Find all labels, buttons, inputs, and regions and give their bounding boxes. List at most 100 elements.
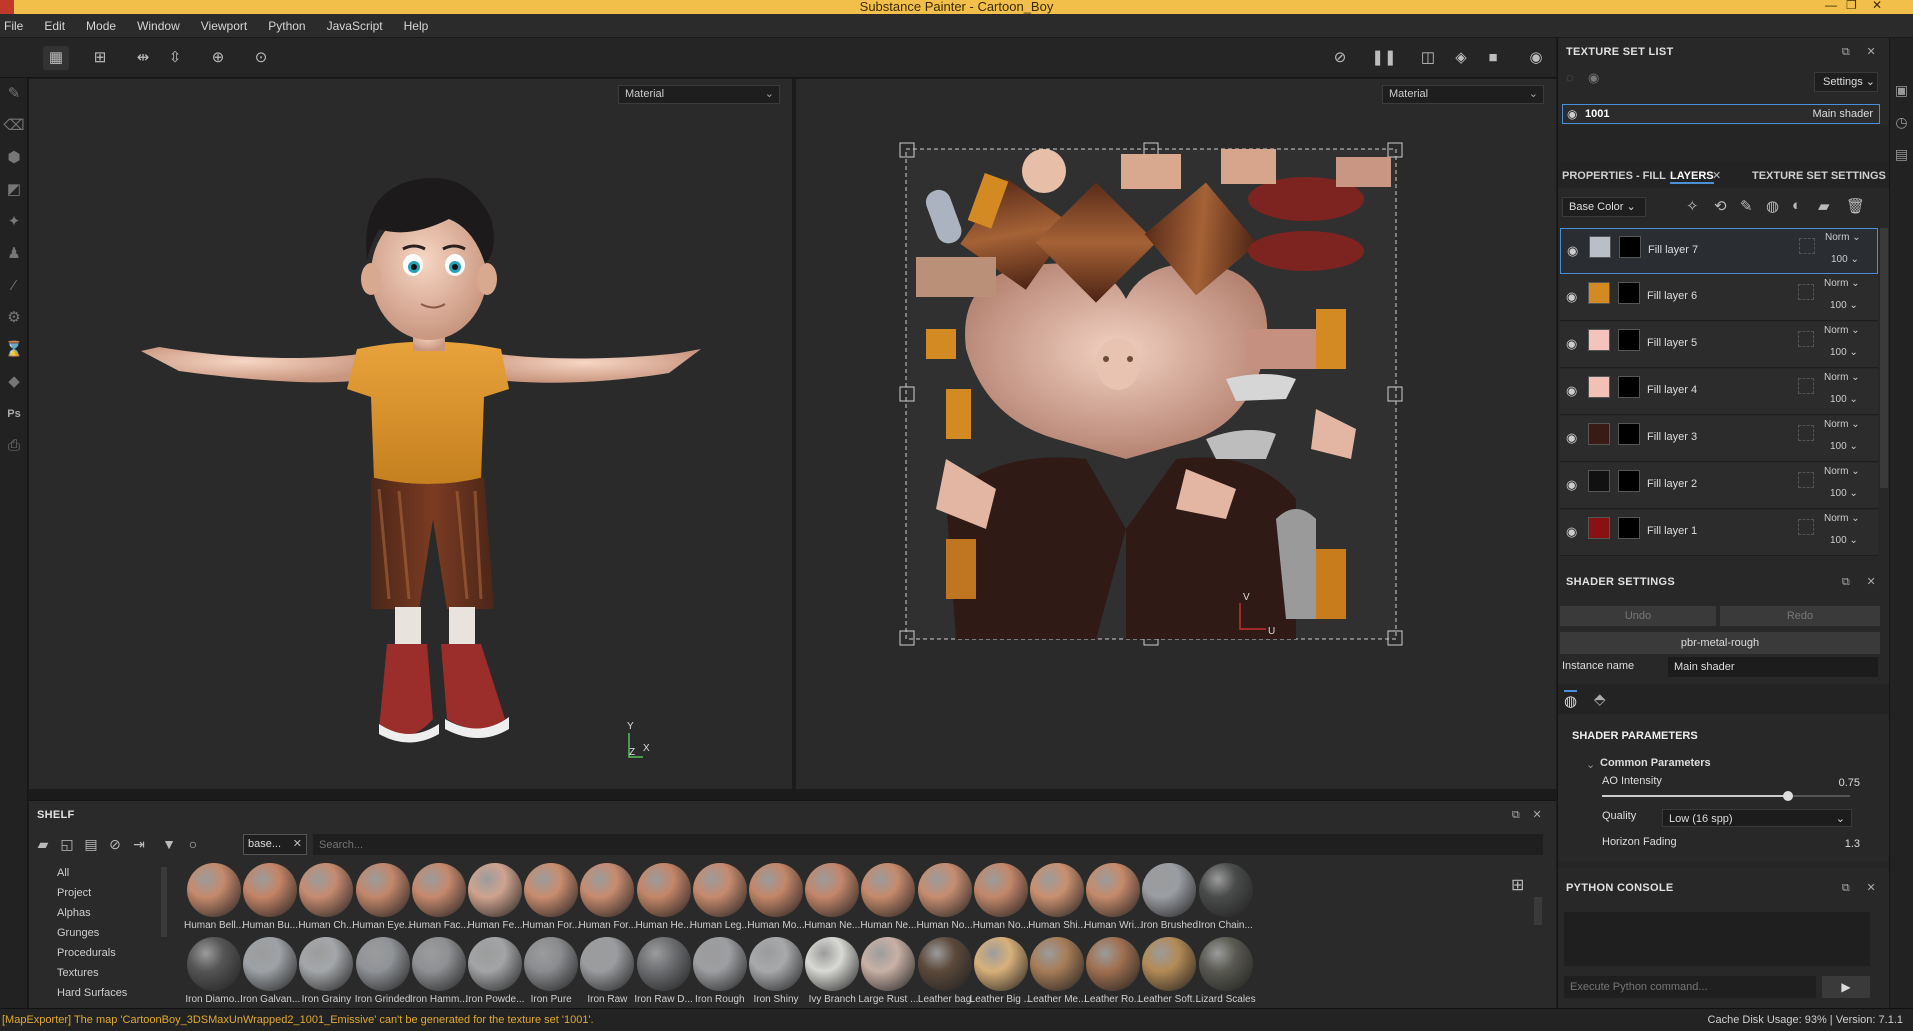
layer-blend-mode[interactable]: Norm ⌄ [1824,372,1860,383]
layer-name[interactable]: Fill layer 7 [1648,244,1698,256]
mirror-x-icon[interactable]: ⇹ [130,46,156,70]
split-view-icon[interactable]: ◫ [1415,46,1441,70]
hide-icon[interactable]: ⊘ [1327,46,1353,70]
eye-icon[interactable]: ◉ [1566,477,1577,493]
layer-mask-thumbnail[interactable] [1618,376,1640,398]
layer-mask-thumbnail[interactable] [1618,282,1640,304]
eye-icon[interactable]: ◉ [1566,383,1577,399]
layer-row[interactable]: ◉ Fill layer 4 Norm ⌄ 100 ⌄ [1560,369,1878,415]
eye-icon[interactable]: ◉ [1566,336,1577,352]
layer-mask-thumbnail[interactable] [1619,236,1641,258]
delete-layer-icon[interactable]: 🗑 [1846,197,1865,215]
redo-button[interactable]: Redo [1720,606,1880,626]
menu-viewport[interactable]: Viewport [189,14,256,33]
shelf-category-hard-surfaces[interactable]: Hard Surfaces [29,983,169,1003]
hide-icon[interactable]: ⊘ [105,835,125,853]
python-command-input[interactable] [1564,976,1816,998]
shelf-scrollbar[interactable] [1534,897,1542,925]
shader-params-tab-icon[interactable]: ◍ [1564,690,1578,710]
layer-opacity[interactable]: 100 ⌄ [1830,441,1858,452]
layer-mask-slot[interactable] [1798,378,1814,394]
tab-properties-fill[interactable]: PROPERTIES - FILL [1562,170,1666,182]
shelf-category-alphas[interactable]: Alphas [29,903,169,923]
paint-brush-icon[interactable]: ✎ [0,78,28,110]
layer-opacity[interactable]: 100 ⌄ [1830,488,1858,499]
log-icon[interactable]: ▤ [1890,138,1913,170]
shelf-category-procedurals[interactable]: Procedurals [29,943,169,963]
layer-opacity[interactable]: 100 ⌄ [1830,347,1858,358]
float-panel-icon[interactable]: ⧉ [1512,801,1520,829]
list-view-icon[interactable]: ▤ [81,835,101,853]
close-tab-icon[interactable]: ✕ [1712,169,1721,182]
texture-set-icon[interactable]: ▣ [1890,74,1913,106]
layer-mask-slot[interactable] [1798,331,1814,347]
layer-mask-slot[interactable] [1798,472,1814,488]
ao-intensity-slider-handle[interactable] [1783,791,1793,801]
eye-icon[interactable]: ◉ [1566,524,1577,540]
iray-icon[interactable]: ◆ [0,366,28,398]
tab-layers[interactable]: LAYERS [1670,170,1714,184]
layer-opacity[interactable]: 100 ⌄ [1831,254,1859,265]
settings-gear-icon[interactable]: ⚙ [0,302,28,334]
layer-name[interactable]: Fill layer 1 [1647,525,1697,537]
menu-python[interactable]: Python [256,14,314,33]
layer-mask-slot[interactable] [1798,284,1814,300]
folder-icon[interactable]: ▰ [33,835,53,853]
common-parameters-group[interactable]: Common Parameters [1600,757,1711,769]
photoshop-icon[interactable]: Ps [0,398,28,430]
layer-row[interactable]: ◉ Fill layer 1 Norm ⌄ 100 ⌄ [1560,510,1878,556]
float-panel-icon[interactable]: ⧉ [1842,38,1850,66]
shelf-categories-scrollbar[interactable] [161,867,167,937]
layer-name[interactable]: Fill layer 6 [1647,290,1697,302]
maximize-icon[interactable]: ❐ [1846,0,1857,12]
shelf-material-item[interactable]: Lizard Scales [1191,937,1257,1007]
layer-mask-slot[interactable] [1798,519,1814,535]
refresh-icon[interactable]: ○ [183,835,203,853]
layer-opacity[interactable]: 100 ⌄ [1830,394,1858,405]
add-paint-layer-icon[interactable]: ✎ [1740,197,1753,215]
clone-stamp-icon[interactable]: ♟ [0,238,28,270]
float-panel-icon[interactable]: ⧉ [1842,874,1850,902]
layout-grid-icon[interactable]: ⊞ [87,46,113,70]
layer-opacity[interactable]: 100 ⌄ [1830,535,1858,546]
layer-mask-thumbnail[interactable] [1618,329,1640,351]
layer-mask-slot[interactable] [1799,238,1815,254]
chevron-down-icon[interactable]: ⌄ [1586,758,1595,771]
eye-icon[interactable]: ◉ [1588,70,1599,86]
smudge-icon[interactable]: ✦ [0,206,28,238]
layer-name[interactable]: Fill layer 4 [1647,384,1697,396]
color-picker-icon[interactable]: ⁄ [0,270,28,302]
shader-display-tab-icon[interactable]: ⬘ [1594,690,1606,708]
camera-icon[interactable]: ■ [1480,46,1506,70]
layer-blend-mode[interactable]: Norm ⌄ [1824,325,1860,336]
menu-edit[interactable]: Edit [32,14,74,33]
layer-name[interactable]: Fill layer 5 [1647,337,1697,349]
new-item-icon[interactable]: ◱ [57,835,77,853]
layer-mask-thumbnail[interactable] [1618,517,1640,539]
polygon-fill-icon[interactable]: ◩ [0,174,28,206]
layer-row[interactable]: ◉ Fill layer 2 Norm ⌄ 100 ⌄ [1560,463,1878,509]
tab-texture-set-settings[interactable]: TEXTURE SET SETTINGS [1752,170,1886,182]
mirror-y-icon[interactable]: ⇳ [162,46,188,70]
add-folder-icon[interactable]: ▰ [1818,197,1830,215]
layer-blend-mode[interactable]: Norm ⌄ [1824,278,1860,289]
cube-view-icon[interactable]: ◈ [1448,46,1474,70]
menu-javascript[interactable]: JavaScript [315,14,392,33]
layer-row[interactable]: ◉ Fill layer 5 Norm ⌄ 100 ⌄ [1560,322,1878,368]
menu-help[interactable]: Help [392,14,438,33]
history-icon[interactable]: ◷ [1890,106,1913,138]
close-panel-icon[interactable]: ✕ [1866,874,1876,902]
layer-blend-mode[interactable]: Norm ⌄ [1825,232,1861,243]
minimize-icon[interactable]: — [1825,0,1837,12]
close-panel-icon[interactable]: ✕ [1866,38,1876,66]
layer-blend-mode[interactable]: Norm ⌄ [1824,513,1860,524]
eraser-icon[interactable]: ⌫ [0,110,28,142]
grid-view-icon[interactable]: ▦ [43,46,69,70]
shelf-material-item[interactable]: Iron Chain... [1191,863,1257,933]
texture-set-settings-dropdown[interactable]: Settings ⌄ [1814,72,1878,92]
layer-blend-mode[interactable]: Norm ⌄ [1824,466,1860,477]
instance-name-field[interactable]: Main shader [1668,657,1878,677]
close-panel-icon[interactable]: ✕ [1532,801,1542,829]
add-mask-icon[interactable]: ◐ [1792,197,1801,214]
ao-intensity-value[interactable]: 0.75 [1839,777,1860,789]
